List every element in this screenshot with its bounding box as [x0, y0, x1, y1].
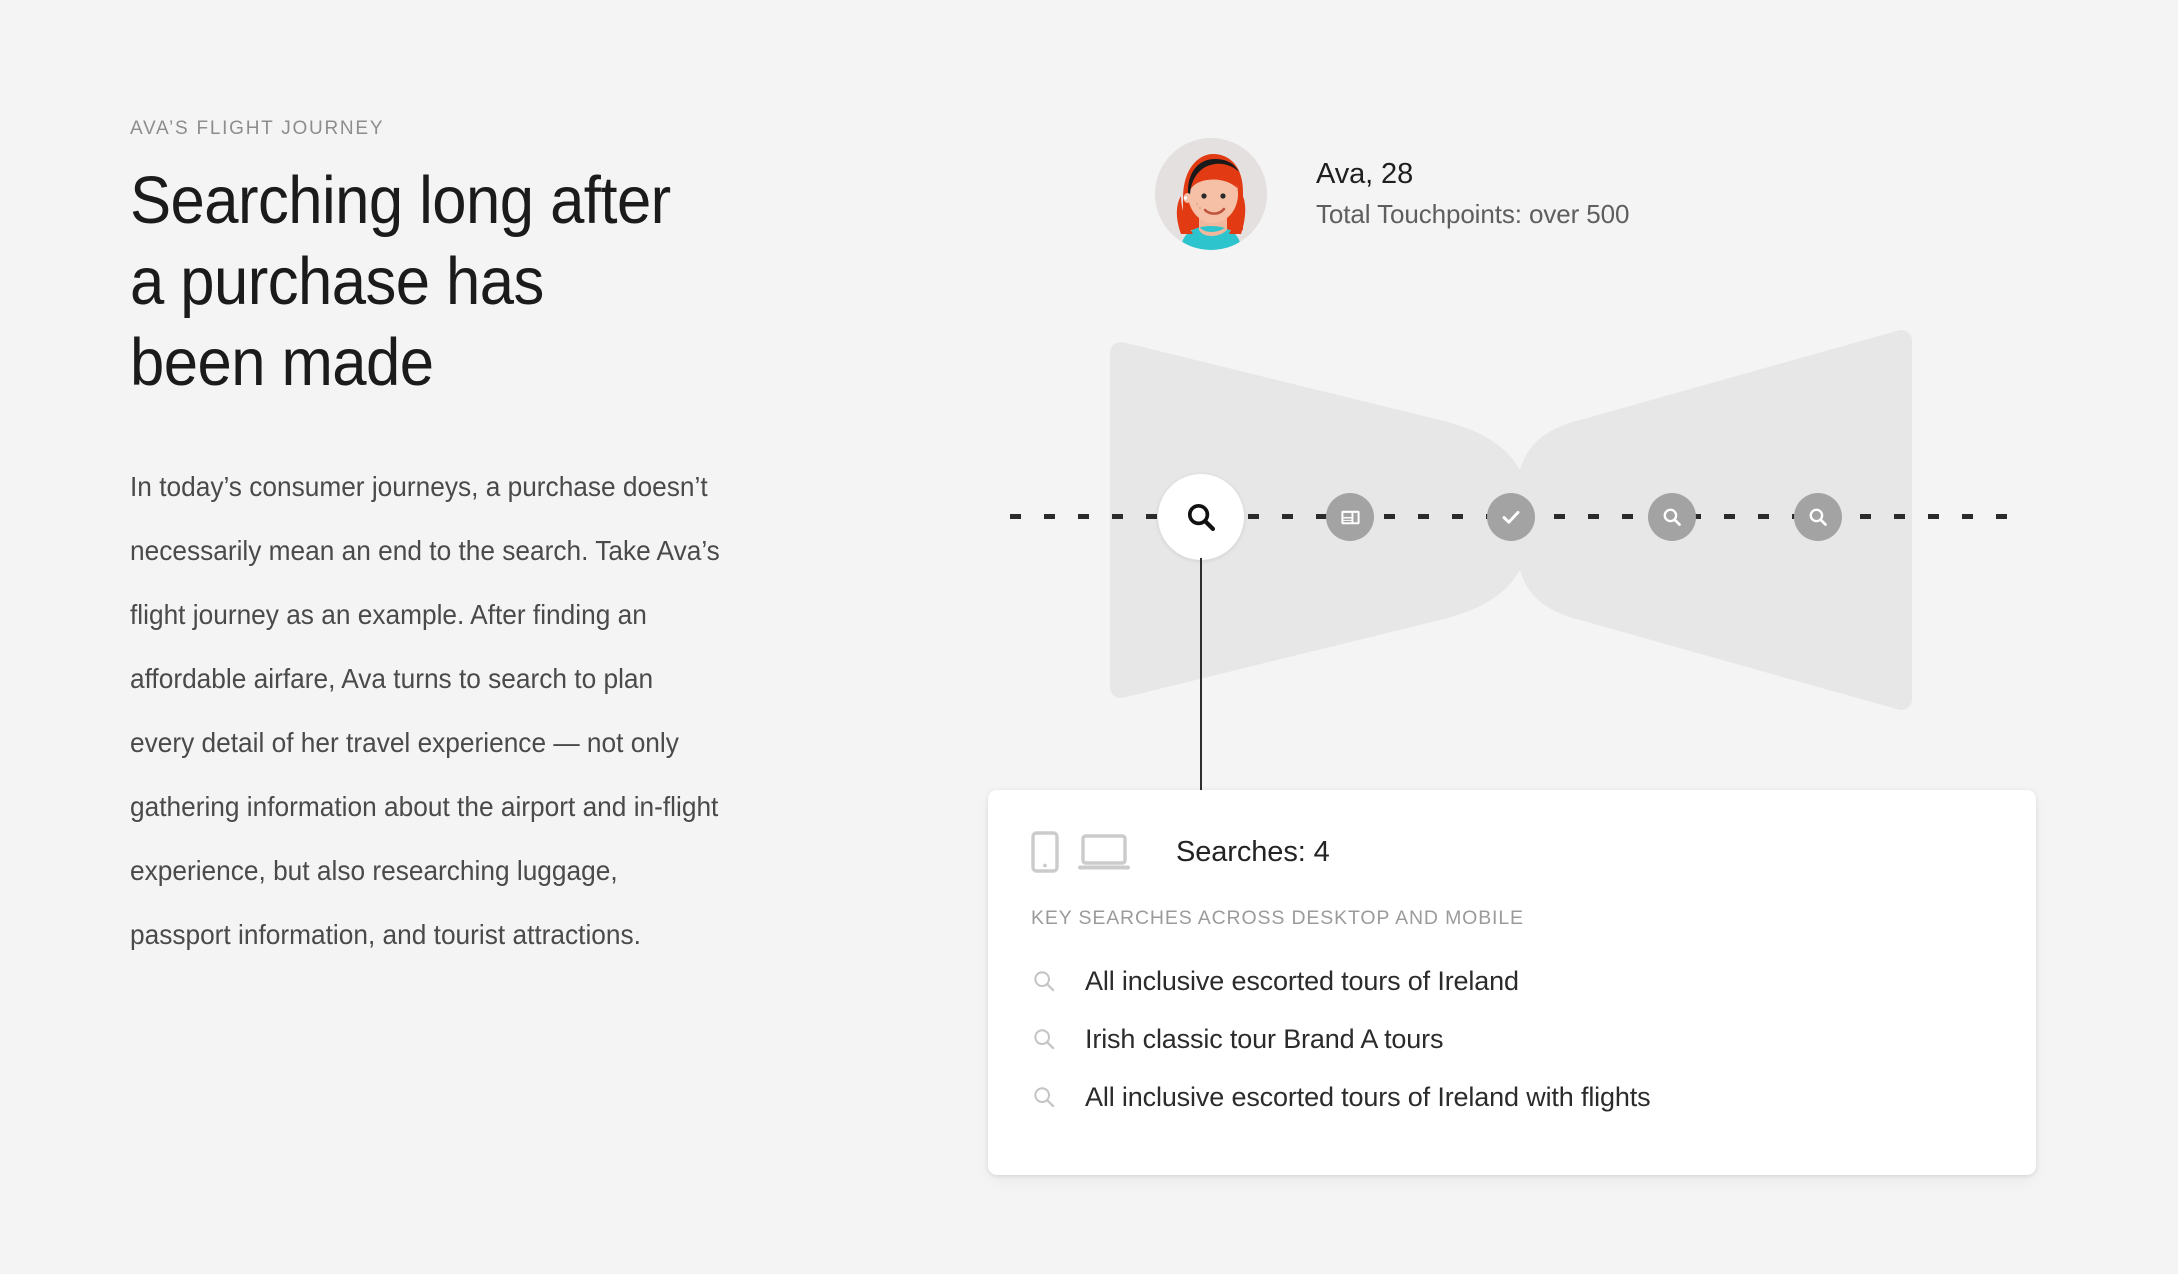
- list-item[interactable]: Irish classic tour Brand A tours: [988, 1010, 2036, 1068]
- profile-header: Ava, 28 Total Touchpoints: over 500: [1155, 138, 1629, 250]
- search-detail-card: Searches: 4 KEY SEARCHES ACROSS DESKTOP …: [988, 790, 2036, 1175]
- list-item[interactable]: All inclusive escorted tours of Ireland …: [988, 1068, 2036, 1126]
- journey-infographic: AVA’S FLIGHT JOURNEY Searching long afte…: [0, 0, 2178, 1274]
- search-query-text: Irish classic tour Brand A tours: [1085, 1023, 1444, 1054]
- card-subheading: KEY SEARCHES ACROSS DESKTOP AND MOBILE: [1031, 907, 1524, 929]
- profile-text: Ava, 28 Total Touchpoints: over 500: [1316, 155, 1629, 233]
- timeline-node-search-active[interactable]: [1158, 474, 1244, 560]
- search-query-text: All inclusive escorted tours of Ireland …: [1085, 1081, 1651, 1112]
- search-list: All inclusive escorted tours of Ireland …: [988, 952, 2036, 1126]
- timeline-node-check[interactable]: [1487, 493, 1535, 541]
- timeline-node-search-2[interactable]: [1648, 493, 1696, 541]
- list-item[interactable]: All inclusive escorted tours of Ireland: [988, 952, 2036, 1010]
- article-column: AVA’S FLIGHT JOURNEY Searching long afte…: [130, 118, 770, 967]
- page-title: Searching long after a purchase has been…: [130, 163, 671, 400]
- timeline-node-search-3[interactable]: [1794, 493, 1842, 541]
- mobile-icon: [1031, 831, 1059, 873]
- searches-count: Searches: 4: [1176, 835, 1330, 868]
- search-icon: [1809, 508, 1827, 526]
- search-query-text: All inclusive escorted tours of Ireland: [1085, 965, 1519, 996]
- device-icon-group: [1031, 831, 1130, 873]
- search-icon: [1034, 1087, 1055, 1108]
- profile-name: Ava, 28: [1316, 157, 1414, 190]
- laptop-icon: [1078, 834, 1130, 870]
- eyebrow-label: AVA’S FLIGHT JOURNEY: [130, 118, 385, 139]
- search-icon: [1034, 971, 1055, 992]
- article-icon: [1340, 510, 1360, 524]
- body-paragraph: In today’s consumer journeys, a purchase…: [130, 471, 720, 950]
- avatar: [1155, 138, 1267, 250]
- search-icon: [1663, 508, 1681, 526]
- search-icon: [1034, 1029, 1055, 1050]
- search-icon: [1187, 503, 1216, 532]
- timeline-node-article[interactable]: [1326, 493, 1374, 541]
- profile-touchpoints: Total Touchpoints: over 500: [1316, 199, 1630, 230]
- card-header: Searches: 4: [988, 790, 2036, 873]
- node-card-connector: [1200, 558, 1202, 790]
- check-icon: [1502, 510, 1520, 524]
